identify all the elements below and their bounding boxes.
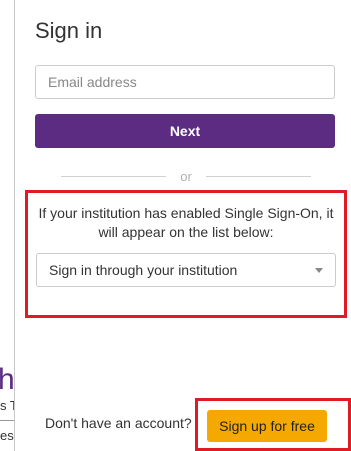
divider-line [61, 175, 167, 177]
institution-select[interactable]: Sign in through your institution [36, 253, 336, 287]
sign-up-button[interactable]: Sign up for free [207, 410, 327, 442]
background-divider [0, 420, 14, 421]
or-divider: or [61, 167, 311, 185]
sso-highlight-box: If your institution has enabled Single S… [25, 190, 347, 318]
institution-select-value: Sign in through your institution [49, 262, 238, 278]
sso-description: If your institution has enabled Single S… [38, 205, 334, 240]
page-title: Sign in [35, 18, 103, 43]
background-text-fragment: es [0, 428, 14, 443]
sign-in-panel: Sign in Next or If your institution has … [14, 0, 351, 451]
chevron-down-icon [315, 267, 323, 273]
divider-line [205, 175, 311, 177]
background-heading-fragment: h [0, 363, 15, 396]
email-field[interactable] [35, 65, 335, 99]
no-account-text: Don't have an account? [45, 415, 192, 431]
signup-highlight-box: Sign up for free [195, 398, 351, 451]
next-button[interactable]: Next [35, 114, 335, 148]
divider-text: or [180, 168, 192, 184]
